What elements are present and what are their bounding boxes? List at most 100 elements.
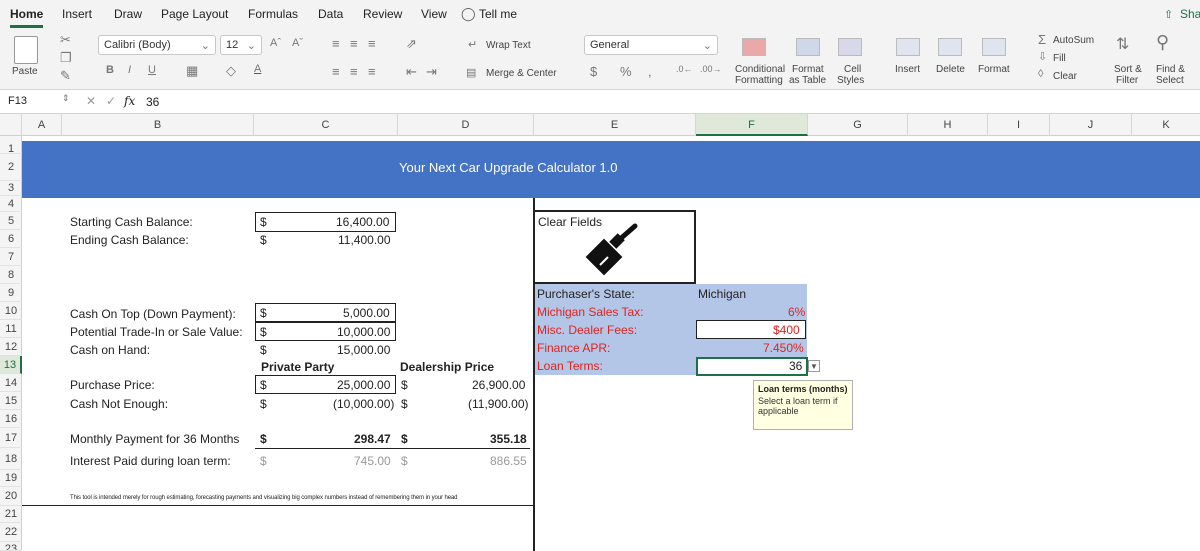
delete-cells-button[interactable]: Delete [936,64,965,75]
row-header[interactable]: 23 [0,542,22,551]
row-header[interactable]: 13 [0,356,22,374]
percent-icon[interactable]: % [620,64,632,79]
find-select-label[interactable]: Find & [1156,64,1185,75]
eraser-icon[interactable]: ◊ [1038,68,1043,80]
comma-icon[interactable]: , [648,64,652,79]
wrap-text-icon[interactable]: ↵ [468,38,477,51]
increase-font-icon[interactable]: Aˆ [270,37,281,49]
font-size-select[interactable]: 12 ⌄ [220,35,262,55]
currency-icon[interactable]: $ [590,64,597,79]
font-color-icon[interactable]: A [254,63,261,75]
row-header[interactable]: 12 [0,338,22,356]
align-right-icon[interactable]: ≡ [368,64,376,79]
row-header[interactable]: 8 [0,266,22,284]
orientation-icon[interactable]: ⇗ [406,36,417,52]
name-box[interactable]: F13 [8,95,27,107]
row-header[interactable]: 10 [0,302,22,320]
merge-icon[interactable]: ▤ [466,66,476,79]
row-header[interactable]: 22 [0,523,22,542]
row-header[interactable]: 20 [0,487,22,506]
row-header[interactable]: 19 [0,470,22,487]
name-box-stepper-icon[interactable]: ⇕ [62,93,70,104]
share-icon[interactable]: ⇧ [1164,8,1173,21]
format-cells-button[interactable]: Format [978,64,1010,75]
cell-styles-label-2[interactable]: Styles [837,75,864,86]
cut-icon[interactable]: ✂ [60,32,71,48]
row-header[interactable]: 7 [0,248,22,266]
row-header[interactable]: 2 [0,154,22,181]
enter-icon[interactable]: ✓ [106,94,116,108]
fill-button[interactable]: Fill [1053,53,1066,64]
apr-value[interactable]: 7.450% [763,341,804,355]
column-header[interactable]: E [534,114,696,136]
row-header[interactable]: 9 [0,284,22,302]
format-as-table-label[interactable]: Format [792,64,824,75]
cell-styles-label[interactable]: Cell [844,64,861,75]
column-header[interactable]: C [254,114,398,136]
column-header[interactable]: A [22,114,62,136]
borders-icon[interactable]: ▦ [186,63,198,79]
sort-filter-label-2[interactable]: Filter [1116,75,1138,86]
paste-icon[interactable] [14,36,38,64]
column-header[interactable]: H [908,114,988,136]
row-header[interactable]: 6 [0,230,22,248]
tab-home[interactable]: Home [10,7,44,28]
insert-cells-icon[interactable] [896,38,920,56]
italic-icon[interactable]: I [128,64,131,76]
fill-color-icon[interactable]: ◇ [226,63,236,79]
clear-button[interactable]: Clear [1053,71,1077,82]
tab-view[interactable]: View [421,7,447,21]
autosum-button[interactable]: AutoSum [1053,35,1094,46]
sort-filter-label[interactable]: Sort & [1114,64,1142,75]
find-select-label-2[interactable]: Select [1156,75,1184,86]
decrease-font-icon[interactable]: Aˇ [292,37,303,49]
tell-me-box[interactable]: Tell me [479,7,517,21]
column-header[interactable]: J [1050,114,1132,136]
sort-filter-icon[interactable]: ⇅ [1116,34,1129,54]
paste-button[interactable]: Paste [12,66,38,77]
column-header[interactable]: I [988,114,1050,136]
column-header[interactable]: G [808,114,908,136]
conditional-formatting-label[interactable]: Conditional [735,64,785,75]
row-header[interactable]: 14 [0,374,22,392]
row-header[interactable]: 18 [0,448,22,470]
row-header[interactable]: 4 [0,196,22,212]
font-name-select[interactable]: Calibri (Body) ⌄ [98,35,216,55]
tab-page-layout[interactable]: Page Layout [161,7,228,21]
format-cells-icon[interactable] [982,38,1006,56]
find-select-icon[interactable]: ⚲ [1156,32,1169,53]
column-header[interactable]: B [62,114,254,136]
tab-review[interactable]: Review [363,7,402,21]
decrease-decimal-icon[interactable]: .00→ [700,64,722,74]
align-top-icon[interactable]: ≡ [332,36,340,51]
column-header[interactable]: K [1132,114,1200,136]
decrease-indent-icon[interactable]: ⇤ [406,64,417,80]
increase-indent-icon[interactable]: ⇥ [426,64,437,80]
cancel-icon[interactable]: ✕ [86,94,96,108]
row-header[interactable]: 3 [0,181,22,196]
row-header[interactable]: 5 [0,212,22,230]
tab-data[interactable]: Data [318,7,343,21]
state-value[interactable]: Michigan [698,287,746,301]
clear-fields-button[interactable]: Clear Fields [533,210,696,284]
column-header[interactable]: F [696,114,808,136]
row-header[interactable]: 15 [0,392,22,410]
row-header[interactable]: 1 [0,136,22,155]
tab-insert[interactable]: Insert [62,7,92,21]
insert-cells-button[interactable]: Insert [895,64,920,75]
delete-cells-icon[interactable] [938,38,962,56]
row-header[interactable]: 21 [0,506,22,523]
number-format-select[interactable]: General ⌄ [584,35,718,55]
share-button[interactable]: Sha [1180,7,1200,21]
align-center-icon[interactable]: ≡ [350,64,358,79]
conditional-formatting-label-2[interactable]: Formatting [735,75,783,86]
format-as-table-label-2[interactable]: as Table [789,75,826,86]
fill-icon[interactable]: ⇩ [1038,50,1047,63]
align-left-icon[interactable]: ≡ [332,64,340,79]
select-all-corner[interactable] [0,114,22,136]
bold-icon[interactable]: B [106,64,114,76]
align-middle-icon[interactable]: ≡ [350,36,358,51]
row-header[interactable]: 11 [0,320,22,338]
function-icon[interactable]: fx [124,94,135,108]
row-header[interactable]: 16 [0,410,22,428]
